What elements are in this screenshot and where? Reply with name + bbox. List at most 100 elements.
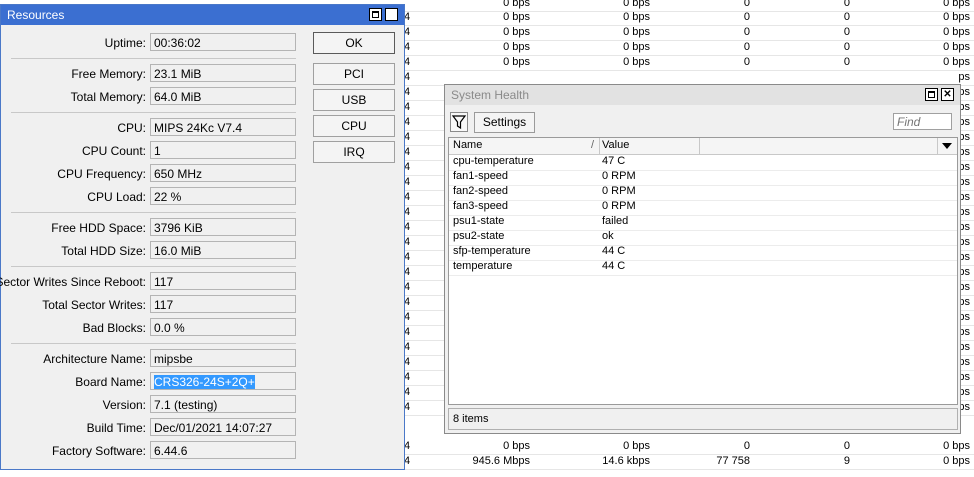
health-name-cell: fan1-speed [453, 170, 509, 182]
health-value-cell: ok [602, 230, 614, 242]
total-hdd-field[interactable]: 16.0 MiB [150, 241, 296, 259]
health-name-cell: sfp-temperature [453, 245, 531, 257]
health-name-cell: psu2-state [453, 230, 505, 242]
table-row[interactable]: sfp-temperature 44 C [449, 245, 957, 261]
background-table-cell: 0 bps [943, 56, 970, 68]
background-table-cell: 0 bps [943, 440, 970, 452]
cpu-label: CPU: [117, 121, 146, 135]
board-name-label: Board Name: [75, 375, 146, 389]
close-icon[interactable]: ✕ [385, 8, 398, 21]
column-divider[interactable] [599, 138, 600, 154]
background-table-cell: 0 bps [943, 26, 970, 38]
free-hdd-field[interactable]: 3796 KiB [150, 218, 296, 236]
system-health-titlebar[interactable]: System Health ✕ [445, 85, 960, 105]
cpu-button[interactable]: CPU [313, 115, 395, 137]
uptime-label: Uptime: [104, 36, 146, 50]
cpu-field[interactable]: MIPS 24Kc V7.4 [150, 118, 296, 136]
version-label: Version: [102, 398, 146, 412]
table-row[interactable]: fan3-speed 0 RPM [449, 200, 957, 216]
bad-blocks-label: Bad Blocks: [82, 321, 146, 335]
filter-button[interactable] [450, 112, 468, 132]
pci-button[interactable]: PCI [313, 63, 395, 85]
settings-button[interactable]: Settings [474, 112, 535, 133]
bad-blocks-row: Bad Blocks: 0.0 % [1, 318, 301, 336]
table-row[interactable]: fan1-speed 0 RPM [449, 170, 957, 186]
ok-button[interactable]: OK [313, 32, 395, 54]
board-name-selected-text: CRS326-24S+2Q+ [154, 375, 255, 389]
version-field[interactable]: 7.1 (testing) [150, 395, 296, 413]
item-count: 8 items [453, 413, 489, 425]
total-hdd-label: Total HDD Size: [61, 244, 146, 258]
cpu-frequency-label: CPU Frequency: [57, 167, 146, 181]
total-sector-writes-row: Total Sector Writes: 117 [1, 295, 301, 313]
status-bar: 8 items [448, 408, 958, 430]
chevron-down-icon[interactable] [941, 141, 953, 151]
factory-software-field[interactable]: 6.44.6 [150, 441, 296, 459]
cpu-row: CPU: MIPS 24Kc V7.4 [1, 118, 301, 136]
filter-icon [451, 115, 467, 130]
free-hdd-row: Free HDD Space: 3796 KiB [1, 218, 301, 236]
column-divider [937, 138, 938, 154]
health-value-cell: 47 C [602, 155, 626, 167]
table-header: Name / Value [449, 138, 957, 155]
table-row[interactable]: fan2-speed 0 RPM [449, 185, 957, 201]
cpu-count-field[interactable]: 1 [150, 141, 296, 159]
resources-window: Resources ✕ Uptime: 00:36:02 Free Memory… [0, 4, 405, 470]
cpu-frequency-field[interactable]: 650 MHz [150, 164, 296, 182]
health-name-cell: fan3-speed [453, 200, 509, 212]
total-sector-writes-field[interactable]: 117 [150, 295, 296, 313]
build-time-field[interactable]: Dec/01/2021 14:07:27 [150, 418, 296, 436]
system-health-window: System Health ✕ Settings Name / Value cp… [444, 84, 961, 434]
find-input[interactable] [893, 113, 952, 130]
table-row[interactable]: temperature 44 C [449, 260, 957, 276]
background-table-cell: 0 bps [943, 41, 970, 53]
sector-writes-reboot-row: Sector Writes Since Reboot: 117 [0, 272, 301, 290]
board-name-field[interactable]: CRS326-24S+2Q+ [150, 372, 296, 390]
free-memory-label: Free Memory: [71, 67, 146, 81]
build-time-row: Build Time: Dec/01/2021 14:07:27 [1, 418, 301, 436]
health-value-cell: 44 C [602, 245, 626, 257]
bad-blocks-field[interactable]: 0.0 % [150, 318, 296, 336]
table-row[interactable]: psu1-state failed [449, 215, 957, 231]
cpu-load-row: CPU Load: 22 % [1, 187, 301, 205]
irq-button[interactable]: IRQ [313, 141, 395, 163]
column-divider[interactable] [699, 138, 700, 154]
usb-button[interactable]: USB [313, 89, 395, 111]
factory-software-row: Factory Software: 6.44.6 [1, 441, 301, 459]
health-value-cell: 0 RPM [602, 200, 636, 212]
cpu-count-row: CPU Count: 1 [1, 141, 301, 159]
health-name-cell: cpu-temperature [453, 155, 534, 167]
column-header-name[interactable]: Name [453, 139, 482, 151]
column-header-value[interactable]: Value [602, 139, 629, 151]
separator [11, 343, 296, 344]
health-name-cell: psu1-state [453, 215, 505, 227]
architecture-row: Architecture Name: mipsbe [1, 349, 301, 367]
table-row[interactable]: cpu-temperature 47 C [449, 155, 957, 171]
uptime-row: Uptime: 00:36:02 [1, 33, 301, 51]
maximize-icon[interactable] [369, 8, 382, 21]
background-table-cell: 0 bps [943, 455, 970, 467]
version-row: Version: 7.1 (testing) [1, 395, 301, 413]
free-memory-row: Free Memory: 23.1 MiB [1, 64, 301, 82]
health-name-cell: temperature [453, 260, 513, 272]
total-memory-field[interactable]: 64.0 MiB [150, 87, 296, 105]
cpu-count-label: CPU Count: [81, 144, 146, 158]
table-row[interactable]: psu2-state ok [449, 230, 957, 246]
health-value-cell: 0 RPM [602, 185, 636, 197]
resources-titlebar[interactable]: Resources ✕ [1, 5, 404, 25]
factory-software-label: Factory Software: [51, 444, 146, 458]
maximize-icon[interactable] [925, 88, 938, 101]
close-icon[interactable]: ✕ [941, 88, 954, 101]
total-hdd-row: Total HDD Size: 16.0 MiB [1, 241, 301, 259]
total-memory-row: Total Memory: 64.0 MiB [1, 87, 301, 105]
architecture-field[interactable]: mipsbe [150, 349, 296, 367]
board-name-row: Board Name: CRS326-24S+2Q+ [1, 372, 301, 390]
free-memory-field[interactable]: 23.1 MiB [150, 64, 296, 82]
architecture-label: Architecture Name: [43, 352, 146, 366]
sector-writes-reboot-field[interactable]: 117 [150, 272, 296, 290]
uptime-field[interactable]: 00:36:02 [150, 33, 296, 51]
separator [11, 212, 296, 213]
cpu-load-field[interactable]: 22 % [150, 187, 296, 205]
health-name-cell: fan2-speed [453, 185, 509, 197]
total-memory-label: Total Memory: [70, 90, 146, 104]
